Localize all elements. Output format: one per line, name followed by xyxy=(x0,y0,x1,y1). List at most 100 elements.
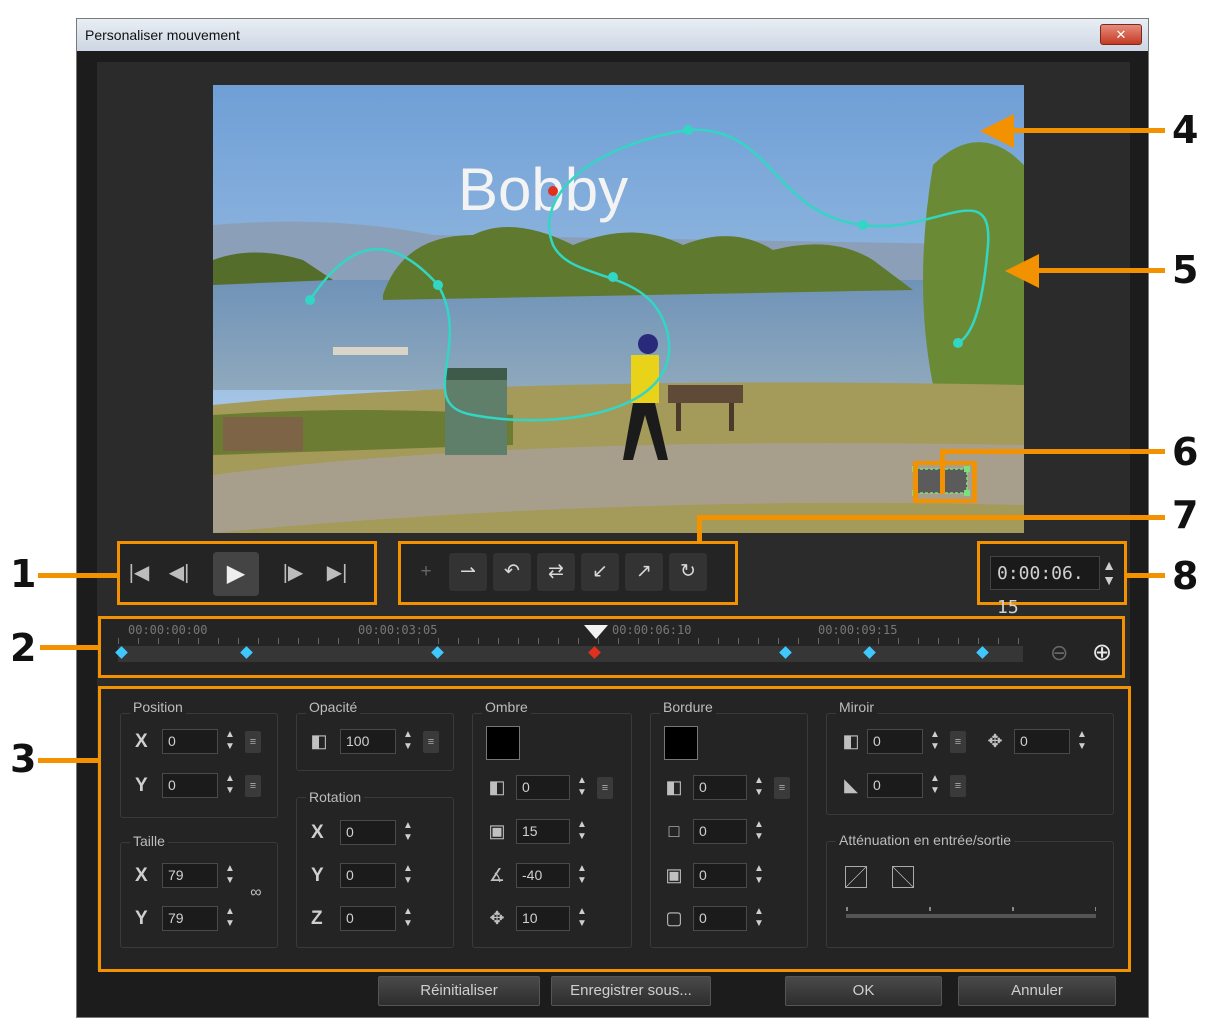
mirror-fade-keyframe-button[interactable]: ≡ xyxy=(950,775,966,797)
fade-label: Atténuation en entrée/sortie xyxy=(836,832,1015,848)
border-radius-spinner[interactable]: ▲ ▼ xyxy=(750,906,768,931)
curve-node-button[interactable]: ↶ xyxy=(493,553,531,591)
mirror-opacity-spinner[interactable]: ▲ ▼ xyxy=(926,729,944,754)
position-label: Position xyxy=(130,699,186,715)
border-opacity-spinner[interactable]: ▲ ▼ xyxy=(750,775,768,800)
node-left-button[interactable]: ↙ xyxy=(581,553,619,591)
add-node-button[interactable]: ⇀ xyxy=(449,553,487,591)
shadow-distance-icon: ✥ xyxy=(489,908,505,928)
size-x-field[interactable]: 79 xyxy=(162,863,218,888)
timeline-label: 00:00:06:10 xyxy=(612,623,692,637)
home-button[interactable]: |◀ xyxy=(122,560,156,585)
border-blur-spinner[interactable]: ▲ ▼ xyxy=(750,863,768,888)
video-preview[interactable]: Bobby xyxy=(213,85,1024,533)
add-keyframe-button[interactable]: + xyxy=(407,553,445,591)
shadow-distance-field[interactable]: 10 xyxy=(516,906,570,931)
next-frame-button[interactable]: |▶ xyxy=(276,560,310,585)
timeline-track[interactable] xyxy=(118,646,1023,662)
position-x-field[interactable]: 0 xyxy=(162,729,218,754)
border-label: Bordure xyxy=(660,699,716,715)
title-bar: Personaliser mouvement xyxy=(77,19,1148,51)
shadow-label: Ombre xyxy=(482,699,531,715)
ok-button[interactable]: OK xyxy=(785,976,942,1006)
callout-box-6-t xyxy=(913,461,977,465)
timecode-spinner[interactable]: ▲ ▼ xyxy=(1100,558,1118,588)
callout-number-3: 3 xyxy=(10,737,37,781)
mirror-fade-spinner[interactable]: ▲ ▼ xyxy=(926,773,944,798)
opacity-keyframe-button[interactable]: ≡ xyxy=(423,731,439,753)
fade-out-button[interactable] xyxy=(892,866,914,888)
shadow-angle-field[interactable]: -40 xyxy=(516,863,570,888)
fade-in-button[interactable] xyxy=(845,866,867,888)
playhead[interactable] xyxy=(584,625,608,639)
size-x-spinner[interactable]: ▲ ▼ xyxy=(221,863,239,888)
close-button[interactable]: ✕ xyxy=(1100,24,1142,45)
mirror-distance-spinner[interactable]: ▲ ▼ xyxy=(1073,729,1091,754)
shadow-size-spinner[interactable]: ▲ ▼ xyxy=(573,819,591,844)
mirror-fade-icon: ◣ xyxy=(844,775,858,795)
callout-line-6-v xyxy=(940,449,945,494)
callout-number-5: 5 xyxy=(1172,248,1199,292)
border-opacity-field[interactable]: 0 xyxy=(693,775,747,800)
link-icon[interactable]: ∞ xyxy=(245,884,267,902)
rotation-y-field[interactable]: 0 xyxy=(340,863,396,888)
position-x-spinner[interactable]: ▲ ▼ xyxy=(221,729,239,754)
size-y-field[interactable]: 79 xyxy=(162,906,218,931)
reset-button[interactable]: Réinitialiser xyxy=(378,976,540,1006)
border-blur-icon: ▣ xyxy=(665,865,683,885)
zoom-out-icon[interactable]: ⊖ xyxy=(1050,640,1068,666)
preview-scene: Bobby xyxy=(213,85,1024,533)
play-button[interactable]: ▶ xyxy=(213,552,259,596)
timecode-field[interactable]: 0:00:06. 15 xyxy=(990,556,1100,618)
prev-frame-button[interactable]: ◀| xyxy=(162,560,196,585)
cancel-button[interactable]: Annuler xyxy=(958,976,1116,1006)
callout-number-7: 7 xyxy=(1172,493,1199,537)
rotation-z-field[interactable]: 0 xyxy=(340,906,396,931)
rotation-x-spinner[interactable]: ▲ ▼ xyxy=(399,820,417,845)
shadow-opacity-spinner[interactable]: ▲ ▼ xyxy=(573,775,591,800)
border-opacity-keyframe-button[interactable]: ≡ xyxy=(774,777,790,799)
rotation-label: Rotation xyxy=(306,789,365,805)
shadow-opacity-keyframe-button[interactable]: ≡ xyxy=(597,777,613,799)
rotation-z-spinner[interactable]: ▲ ▼ xyxy=(399,906,417,931)
border-width-spinner[interactable]: ▲ ▼ xyxy=(750,819,768,844)
position-y-spinner[interactable]: ▲ ▼ xyxy=(221,773,239,798)
position-y-field[interactable]: 0 xyxy=(162,773,218,798)
size-label: Taille xyxy=(130,833,168,849)
mirror-fade-field[interactable]: 0 xyxy=(867,773,923,798)
rotation-y-spinner[interactable]: ▲ ▼ xyxy=(399,863,417,888)
node-right-button[interactable]: ↗ xyxy=(625,553,663,591)
position-y-keyframe-button[interactable]: ≡ xyxy=(245,775,261,797)
rotation-x-field[interactable]: 0 xyxy=(340,820,396,845)
border-width-field[interactable]: 0 xyxy=(693,819,747,844)
mirror-distance-field[interactable]: 0 xyxy=(1014,729,1070,754)
callout-line-5 xyxy=(1035,268,1165,273)
border-width-icon: □ xyxy=(668,821,680,841)
shadow-size-field[interactable]: 15 xyxy=(516,819,570,844)
reverse-path-button[interactable]: ⇄ xyxy=(537,553,575,591)
border-radius-field[interactable]: 0 xyxy=(693,906,747,931)
mirror-opacity-keyframe-button[interactable]: ≡ xyxy=(950,731,966,753)
opacity-label: Opacité xyxy=(306,699,361,715)
shadow-distance-spinner[interactable]: ▲ ▼ xyxy=(573,906,591,931)
border-color-swatch[interactable] xyxy=(664,726,698,760)
position-x-keyframe-button[interactable]: ≡ xyxy=(245,731,261,753)
save-as-button[interactable]: Enregistrer sous... xyxy=(551,976,711,1006)
zoom-in-icon[interactable]: ⊕ xyxy=(1092,638,1112,667)
mirror-label: Miroir xyxy=(836,699,877,715)
size-y-spinner[interactable]: ▲ ▼ xyxy=(221,906,239,931)
opacity-spinner[interactable]: ▲ ▼ xyxy=(399,729,417,754)
timeline-ruler xyxy=(118,638,1023,644)
shadow-angle-spinner[interactable]: ▲ ▼ xyxy=(573,863,591,888)
rotate-node-button[interactable]: ↻ xyxy=(669,553,707,591)
shadow-color-swatch[interactable] xyxy=(486,726,520,760)
mirror-opacity-icon: ◧ xyxy=(842,731,860,751)
border-radius-icon: ▢ xyxy=(665,908,683,928)
callout-box-6-b xyxy=(913,499,977,503)
shadow-opacity-field[interactable]: 0 xyxy=(516,775,570,800)
opacity-field[interactable]: 100 xyxy=(340,729,396,754)
mirror-opacity-field[interactable]: 0 xyxy=(867,729,923,754)
end-button[interactable]: ▶| xyxy=(320,560,354,585)
border-blur-field[interactable]: 0 xyxy=(693,863,747,888)
fade-slider-track[interactable] xyxy=(846,914,1096,918)
